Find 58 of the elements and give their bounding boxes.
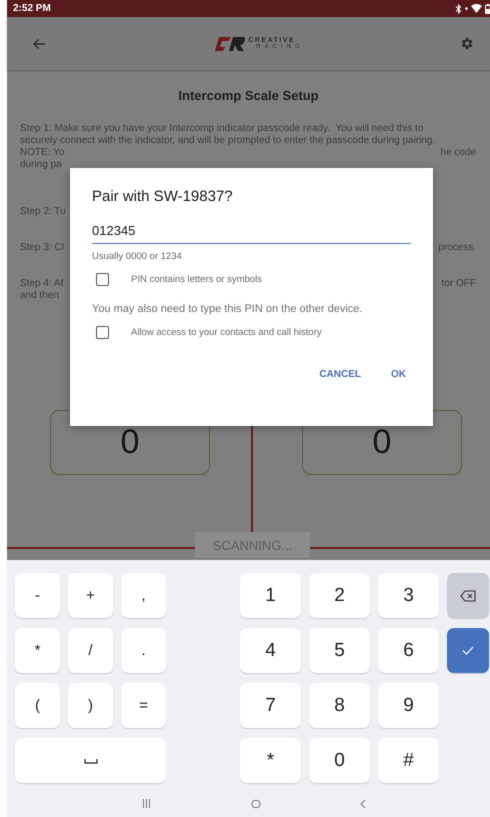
keyboard-key[interactable]: - [15, 573, 60, 618]
recent-apps-icon[interactable] [142, 799, 151, 808]
keyboard-key[interactable]: # [378, 738, 439, 783]
dialog-button[interactable]: OK [391, 369, 406, 380]
keyboard-key[interactable]: 0 [309, 738, 370, 783]
dialog-title: Pair with SW-19837? [92, 188, 234, 205]
keyboard-key[interactable]: 3 [378, 573, 439, 618]
back-arrow-icon[interactable] [32, 38, 46, 50]
keyboard-key[interactable]: ( [15, 683, 60, 728]
step-text: and then [20, 290, 59, 302]
dialog-note: You may also need to type this PIN on the other device. [92, 303, 364, 315]
keyboard-key[interactable]: 5 [309, 628, 370, 673]
checkbox-label[interactable]: Allow access to your contacts and call history [131, 327, 322, 338]
step-text: Step 3: Cl [20, 242, 64, 254]
backspace-key[interactable] [447, 573, 489, 618]
keyboard-key[interactable]: * [240, 738, 301, 783]
checkbox[interactable] [96, 273, 109, 286]
keyboard-key[interactable]: ) [68, 683, 113, 728]
keyboard-key[interactable]: 7 [240, 683, 301, 728]
dialog-button[interactable]: CANCEL [319, 369, 361, 380]
step-text: he code [440, 147, 476, 159]
keyboard-key[interactable]: 1 [240, 573, 301, 618]
battery-icon [485, 4, 490, 14]
step-text: Step 1: Make sure you have your Intercomp indicator passcode ready. You will need this to securely connect with the indicator, and will be prompted to enter the passcode during pairing. [20, 123, 436, 147]
checkbox-label[interactable]: PIN contains letters or symbols [131, 274, 262, 285]
keyboard-key[interactable]: 6 [378, 628, 439, 673]
step-text: during pa [20, 159, 62, 171]
keyboard-key[interactable]: = [121, 683, 166, 728]
keyboard-key[interactable]: . [121, 628, 166, 673]
status-time: 2:52 PM [13, 3, 51, 14]
page-title: Intercomp Scale Setup [177, 87, 320, 105]
keyboard-key[interactable]: 2 [309, 573, 370, 618]
check-icon [462, 646, 474, 655]
settings-icon[interactable] [459, 36, 474, 51]
keyboard-key[interactable]: * [15, 628, 60, 673]
step-text: process. [438, 242, 476, 254]
back-icon[interactable] [360, 798, 366, 808]
space-icon [84, 758, 98, 764]
step-text: tor OFF [442, 278, 476, 290]
step-text: Step 4: Af [20, 278, 64, 290]
keyboard-key[interactable]: 4 [240, 628, 301, 673]
wifi-icon [471, 4, 482, 13]
home-icon[interactable] [250, 798, 260, 808]
checkbox[interactable] [96, 326, 109, 339]
step-text: Step 2: Tu [20, 206, 66, 218]
done-key[interactable] [447, 628, 489, 673]
backspace-icon [460, 590, 476, 602]
logo-mark-icon [215, 36, 246, 50]
keyboard-key[interactable]: + [68, 573, 113, 618]
dot-icon [465, 7, 468, 10]
keyboard-key[interactable]: / [68, 628, 113, 673]
bluetooth-icon [455, 4, 462, 14]
step-text: NOTE: Yo [20, 147, 64, 159]
keyboard-key[interactable]: 9 [378, 683, 439, 728]
pin-hint: Usually 0000 or 1234 [92, 251, 183, 262]
keyboard-key[interactable]: , [121, 573, 166, 618]
keyboard-key[interactable]: 8 [309, 683, 370, 728]
pin-field[interactable]: 012345 [92, 223, 411, 244]
